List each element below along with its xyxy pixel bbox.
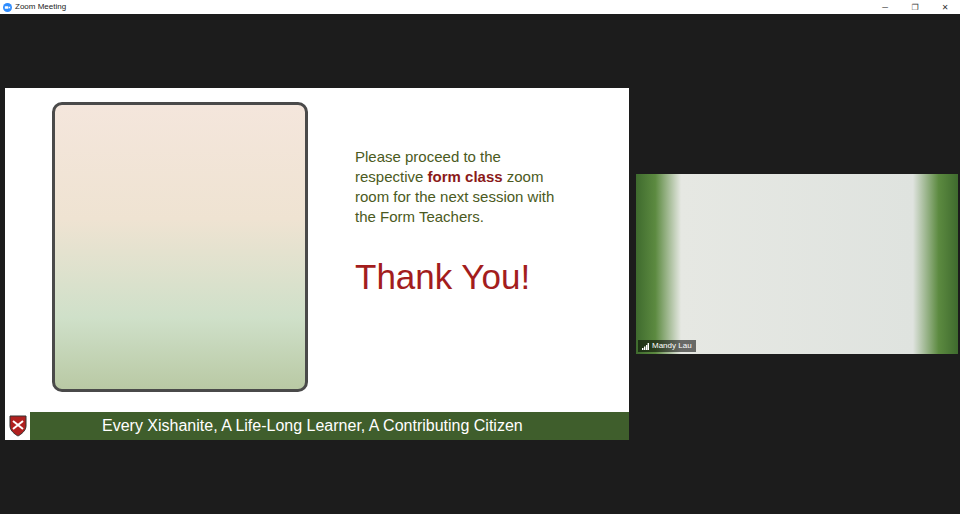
window-controls: ─❐✕ bbox=[870, 0, 960, 14]
slide-text: Please proceed to the respective form cl… bbox=[355, 102, 560, 412]
participant-name-tag: Mandy Lau bbox=[638, 340, 696, 352]
school-crest-icon bbox=[9, 415, 27, 437]
zoom-logo-icon bbox=[3, 3, 12, 12]
school-logo bbox=[5, 412, 30, 440]
participant-name: Mandy Lau bbox=[652, 341, 692, 351]
participant-video: Mandy Lau bbox=[636, 174, 958, 354]
window-control-button[interactable]: ❐ bbox=[900, 0, 930, 14]
slide-illustration bbox=[52, 102, 308, 392]
signal-bars-icon bbox=[642, 343, 649, 350]
shared-slide: Please proceed to the respective form cl… bbox=[5, 88, 629, 440]
slide-body: Please proceed to the respective form cl… bbox=[5, 88, 629, 412]
meeting-stage: Please proceed to the respective form cl… bbox=[0, 14, 960, 514]
instruction-text: Please proceed to the respective form cl… bbox=[355, 147, 560, 227]
zoom-window: Zoom Meeting─❐✕ Please proceed to the res… bbox=[0, 0, 960, 514]
window-title: Zoom Meeting bbox=[15, 0, 867, 14]
motto-bar: Every Xishanite, A Life-Long Learner, A … bbox=[30, 412, 629, 440]
instruction-segment: form class bbox=[428, 168, 503, 185]
slide-footer: Every Xishanite, A Life-Long Learner, A … bbox=[5, 412, 629, 440]
title-bar: Zoom Meeting─❐✕ bbox=[0, 0, 960, 14]
window-control-button[interactable]: ─ bbox=[870, 0, 900, 14]
window-control-button[interactable]: ✕ bbox=[930, 0, 960, 14]
thank-you-text: Thank You! bbox=[355, 257, 560, 297]
